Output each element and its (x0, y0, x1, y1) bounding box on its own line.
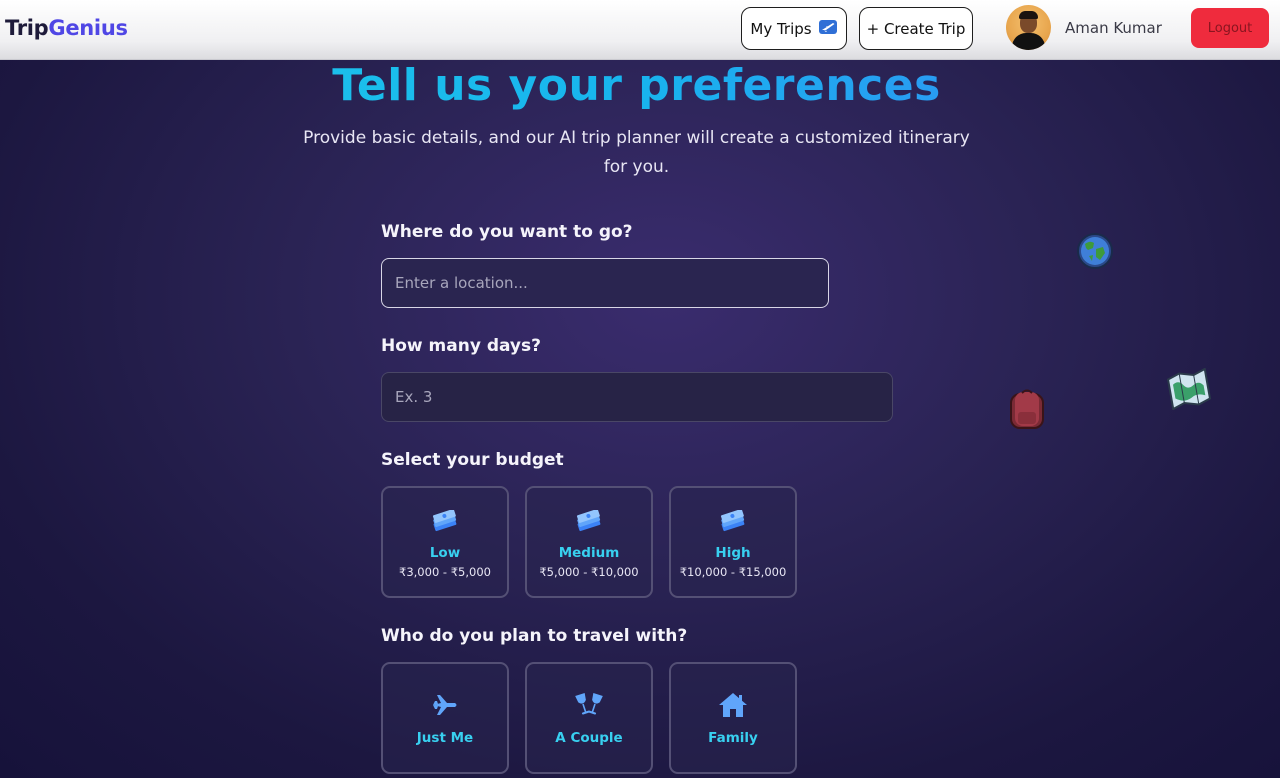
logout-button[interactable]: Logout (1191, 8, 1269, 48)
traveler-option-family[interactable]: Family (669, 662, 797, 774)
days-input[interactable] (381, 372, 893, 422)
user-name: Aman Kumar (1065, 19, 1162, 37)
budget-option-range: ₹10,000 - ₹15,000 (679, 565, 787, 579)
budget-label: Select your budget (381, 450, 564, 470)
map-icon (1166, 367, 1212, 414)
logo-text-trip: Trip (5, 16, 49, 40)
cheers-glasses-icon (527, 692, 651, 716)
page-subtitle: Provide basic details, and our AI trip p… (303, 128, 970, 177)
traveler-option-name: A Couple (555, 730, 623, 746)
budget-option-name: Low (429, 545, 461, 561)
destination-input[interactable] (381, 258, 829, 308)
budget-option-name: High (715, 545, 751, 561)
budget-option-low[interactable]: Low ₹3,000 - ₹5,000 (381, 486, 509, 598)
money-stack-icon (383, 510, 507, 534)
page-title: Tell us your preferences (0, 62, 1273, 110)
avatar[interactable] (1006, 5, 1051, 50)
days-label: How many days? (381, 336, 541, 356)
house-icon (671, 692, 795, 717)
budget-option-medium[interactable]: Medium ₹5,000 - ₹10,000 (525, 486, 653, 598)
budget-option-high[interactable]: High ₹10,000 - ₹15,000 (669, 486, 797, 598)
my-trips-label: My Trips (750, 19, 812, 38)
top-nav-bar: TripGenius My Trips + Create Trip Aman K… (0, 0, 1280, 60)
app-logo[interactable]: TripGenius (5, 16, 128, 40)
traveler-option-name: Family (708, 730, 758, 746)
logo-text-genius: Genius (48, 16, 128, 40)
airplane-icon (383, 692, 507, 716)
my-trips-button[interactable]: My Trips (741, 7, 847, 50)
money-stack-icon (671, 510, 795, 534)
budget-option-range: ₹5,000 - ₹10,000 (539, 565, 639, 579)
globe-icon (1076, 232, 1114, 274)
budget-option-name: Medium (558, 545, 620, 561)
money-stack-icon (527, 510, 651, 534)
budget-option-range: ₹3,000 - ₹5,000 (399, 565, 491, 579)
create-trip-button[interactable]: + Create Trip (859, 7, 973, 50)
traveler-option-couple[interactable]: A Couple (525, 662, 653, 774)
destination-label: Where do you want to go? (381, 222, 633, 242)
airplane-icon (818, 18, 838, 40)
traveler-option-just-me[interactable]: Just Me (381, 662, 509, 774)
travelers-label: Who do you plan to travel with? (381, 626, 688, 646)
traveler-option-name: Just Me (416, 730, 474, 746)
create-trip-label: + Create Trip (866, 19, 966, 38)
backpack-icon (1007, 388, 1047, 434)
